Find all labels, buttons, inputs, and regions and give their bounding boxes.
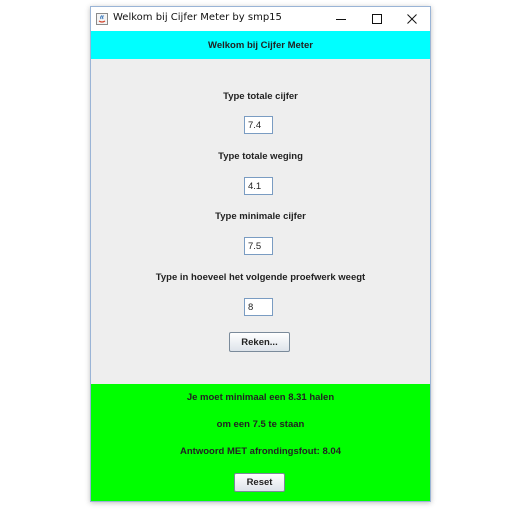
total-weight-input[interactable]: [244, 177, 273, 195]
result-target-text: om een 7.5 te staan: [216, 419, 305, 430]
maximize-button[interactable]: [359, 7, 395, 31]
close-icon: [407, 14, 417, 24]
calculate-button[interactable]: Reken...: [229, 332, 290, 352]
maximize-icon: [372, 14, 382, 24]
minimize-button[interactable]: [323, 7, 359, 31]
total-grade-label: Type totale cijfer: [223, 91, 298, 102]
next-weight-label: Type in hoeveel het volgende proefwerk w…: [155, 272, 366, 283]
reset-button[interactable]: Reset: [234, 473, 285, 492]
window-title: Welkom bij Cijfer Meter by smp15: [113, 12, 282, 23]
total-weight-label: Type totale weging: [218, 151, 303, 162]
min-grade-input[interactable]: [244, 237, 273, 255]
result-rounding-answer: Antwoord MET afrondingsfout: 8.04: [180, 446, 341, 457]
total-grade-input[interactable]: [244, 116, 273, 134]
app-window: Welkom bij Cijfer Meter by smp15 Welkom …: [90, 6, 431, 502]
result-panel: Je moet minimaal een 8.31 halen om een 7…: [91, 384, 430, 501]
welcome-header-text: Welkom bij Cijfer Meter: [208, 39, 313, 51]
result-minimum-grade: Je moet minimaal een 8.31 halen: [186, 392, 335, 403]
min-grade-label: Type minimale cijfer: [215, 211, 306, 222]
close-button[interactable]: [394, 7, 430, 31]
title-bar[interactable]: Welkom bij Cijfer Meter by smp15: [91, 7, 430, 31]
minimize-icon: [336, 19, 346, 20]
java-app-icon: [96, 13, 108, 25]
next-weight-input[interactable]: [244, 298, 273, 316]
welcome-header: Welkom bij Cijfer Meter: [91, 31, 430, 59]
